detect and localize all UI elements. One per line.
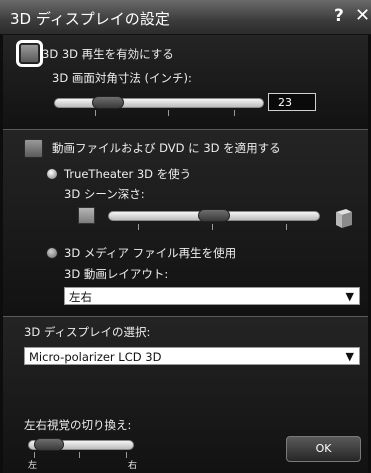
truetheater-radio[interactable] xyxy=(46,168,58,180)
slider-tick xyxy=(168,110,169,116)
enable-3d-checkbox[interactable] xyxy=(16,40,43,67)
chevron-down-icon: ▼ xyxy=(345,290,354,303)
ok-button[interactable]: OK xyxy=(286,436,361,462)
display-select[interactable]: Micro-polarizer LCD 3D ▼ xyxy=(24,347,360,365)
slider-tick xyxy=(286,224,287,230)
screen-size-slider-thumb[interactable] xyxy=(92,96,124,109)
screen-size-slider-track[interactable] xyxy=(54,98,264,108)
chevron-down-icon: ▼ xyxy=(345,350,354,363)
slider-tick xyxy=(234,110,235,116)
depth-flat-icon xyxy=(78,207,95,224)
swap-right-label: 右 xyxy=(128,461,138,471)
video-layout-value: 左右 xyxy=(69,290,92,304)
swap-slider-thumb[interactable] xyxy=(34,438,64,451)
truetheater-label: TrueTheater 3D を使う xyxy=(64,167,192,181)
video-layout-select[interactable]: 左右 ▼ xyxy=(64,287,360,305)
screen-size-label: 3D 画面対角寸法 (インチ): xyxy=(52,71,192,85)
depth-cube-icon xyxy=(336,209,352,228)
slider-tick xyxy=(79,452,80,458)
screen-size-input[interactable]: 23 xyxy=(268,93,316,111)
apply-3d-label: 動画ファイルおよび DVD に 3D を適用する xyxy=(52,141,281,155)
slider-tick xyxy=(138,224,139,230)
slider-tick xyxy=(212,224,213,230)
video-layout-label: 3D 動画レイアウト: xyxy=(64,267,169,281)
help-button[interactable]: ? xyxy=(334,6,344,26)
media-playback-label: 3D メディア ファイル再生を使用 xyxy=(64,246,237,260)
display-select-label: 3D ディスプレイの選択: xyxy=(24,325,151,339)
display-select-value: Micro-polarizer LCD 3D xyxy=(29,350,162,364)
media-playback-radio[interactable] xyxy=(46,247,58,259)
swap-left-label: 左 xyxy=(28,461,38,471)
title-bar: 3D ディスプレイの設定 ? ✕ xyxy=(0,0,371,35)
enable-3d-label: 3D 3D 再生を有効にする xyxy=(42,47,174,61)
depth-slider-thumb[interactable] xyxy=(198,209,230,222)
apply-3d-checkbox[interactable] xyxy=(24,139,43,158)
window-title: 3D ディスプレイの設定 xyxy=(10,10,170,28)
close-button[interactable]: ✕ xyxy=(355,5,370,26)
slider-tick xyxy=(126,452,127,458)
slider-tick xyxy=(95,110,96,116)
scene-depth-label: 3D シーン深さ: xyxy=(64,187,145,201)
swap-view-label: 左右視覚の切り換え: xyxy=(24,418,132,432)
